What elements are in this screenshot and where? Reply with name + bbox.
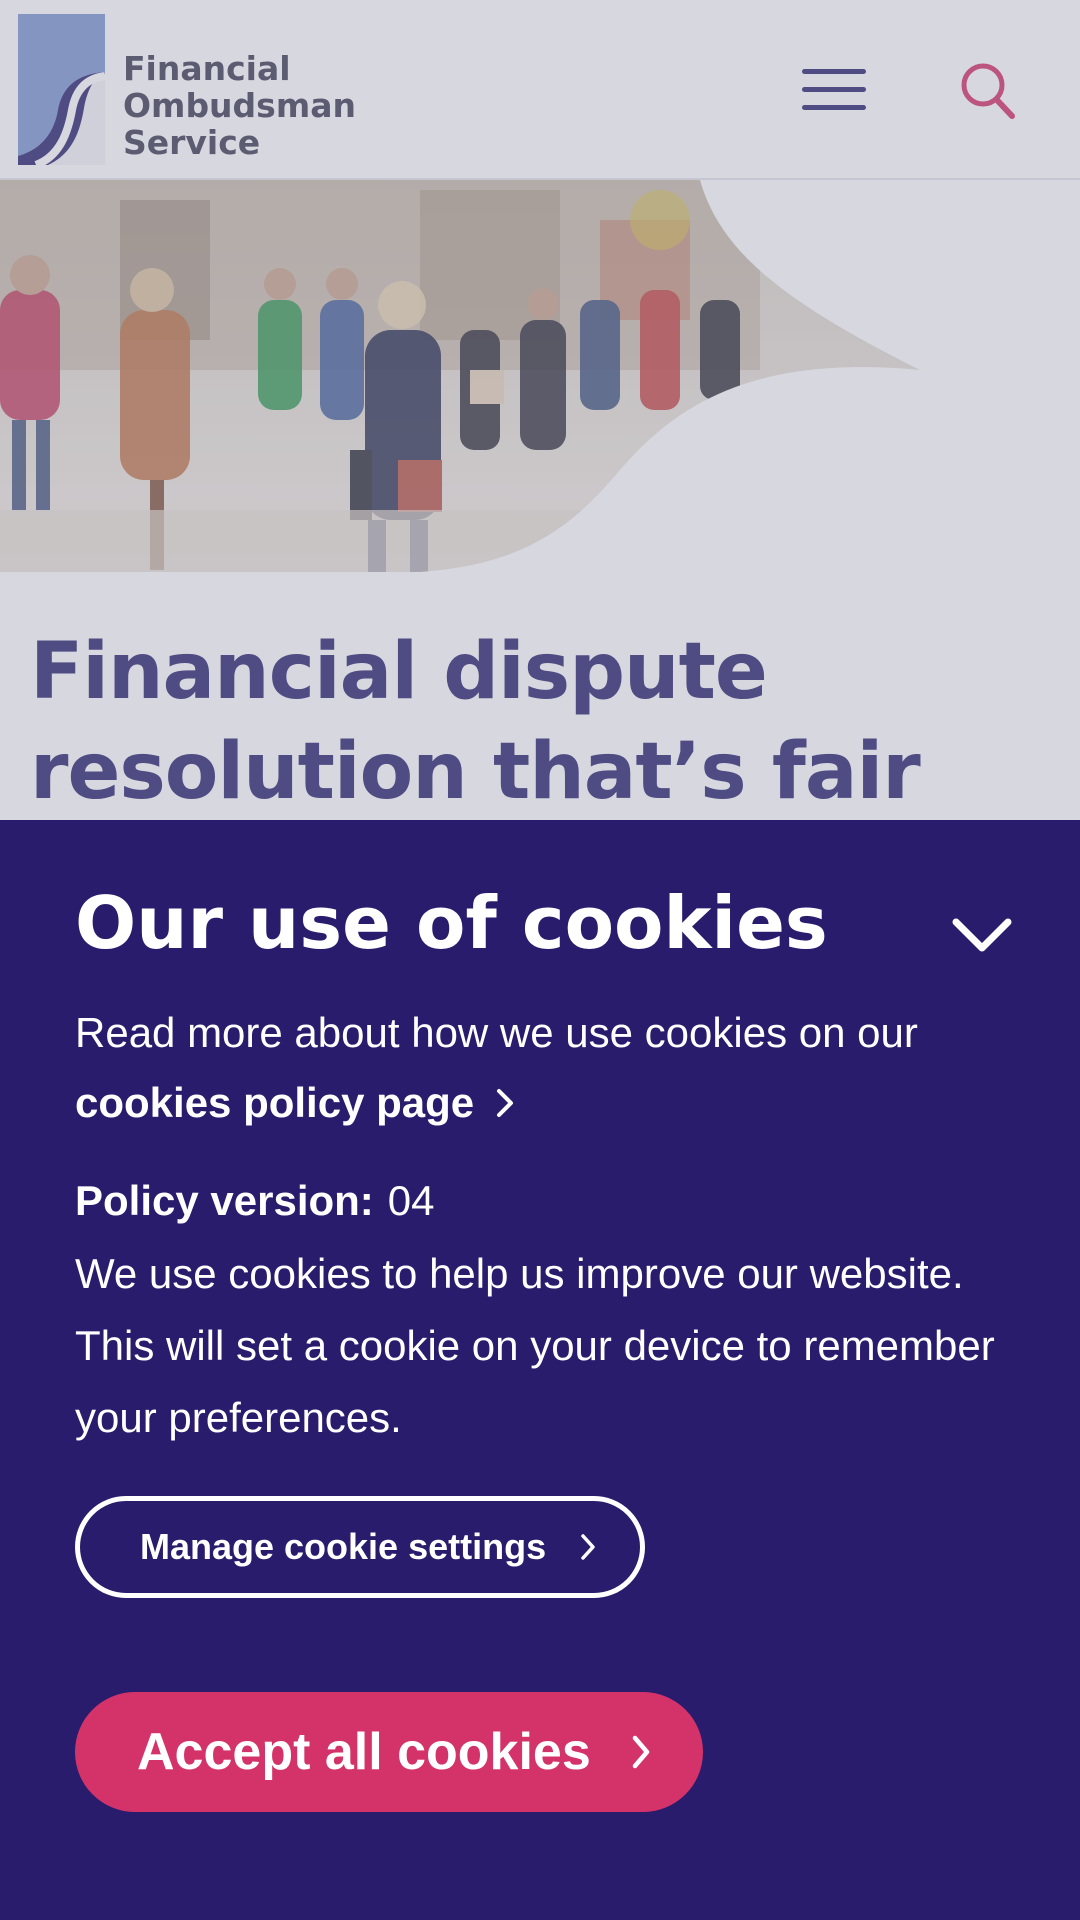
cookies-policy-link-label: cookies policy page [75, 1079, 475, 1126]
hero-image [0, 180, 1080, 572]
policy-version-value: 04 [387, 1177, 435, 1224]
cookie-banner-title: Our use of cookies [75, 881, 828, 965]
accept-all-cookies-button[interactable]: Accept all cookies [75, 1692, 703, 1812]
policy-version-label: Policy version: [75, 1177, 374, 1224]
menu-button[interactable] [798, 62, 870, 118]
manage-cookie-settings-label: Manage cookie settings [140, 1526, 547, 1567]
site-header: Financial Ombudsman Service [0, 0, 1080, 180]
chevron-right-icon [581, 1534, 595, 1560]
cookie-banner: Our use of cookies Read more about how w… [0, 820, 1080, 1920]
policy-version: Policy version: 04 [75, 1166, 435, 1236]
chevron-right-icon [497, 1089, 514, 1117]
search-button[interactable] [958, 60, 1018, 122]
collapse-button[interactable] [950, 910, 1014, 958]
crowd-photo [0, 180, 1080, 572]
logo-wordmark: Financial Ombudsman Service [123, 50, 356, 161]
accept-all-cookies-label: Accept all cookies [137, 1723, 591, 1781]
hamburger-menu-icon [802, 69, 866, 74]
logo-mark-icon [18, 14, 105, 165]
chevron-down-icon [952, 918, 1012, 952]
chevron-right-icon [632, 1735, 650, 1769]
manage-cookie-settings-button[interactable]: Manage cookie settings [75, 1496, 645, 1598]
logo-line-3: Service [123, 123, 261, 162]
cookie-description: We use cookies to help us improve our we… [75, 1250, 995, 1441]
cookie-intro-text: Read more about how we use cookies on ou… [75, 1009, 918, 1056]
logo-line-2: Ombudsman [123, 86, 356, 125]
cookies-policy-link[interactable]: cookies policy page [75, 1068, 514, 1138]
site-logo[interactable]: Financial Ombudsman Service [18, 14, 356, 165]
logo-line-1: Financial [123, 49, 291, 88]
search-icon [961, 63, 1015, 119]
